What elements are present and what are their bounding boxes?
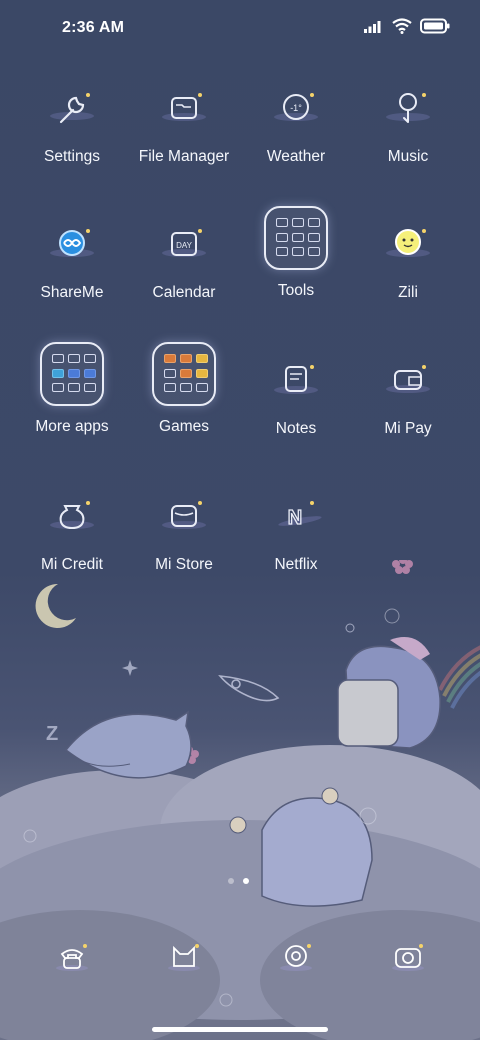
folder-more-apps-icon [40,342,104,406]
app-label: Calendar [152,284,216,301]
app-weather[interactable]: -1° Weather [240,80,352,166]
app-file-manager[interactable]: File Manager [128,80,240,166]
page-indicator [228,878,249,884]
status-time: 2:36 AM [62,19,125,36]
app-label: File Manager [138,148,230,165]
dock-phone[interactable] [16,938,128,983]
app-zili[interactable]: Zili [352,216,464,302]
folder-icon [155,80,213,138]
rainbow-icon [438,645,480,709]
app-shareme[interactable]: ShareMe [16,216,128,302]
signal-icon [364,21,381,33]
app-label: Notes [275,420,317,437]
app-label: Tools [277,282,315,299]
clouds [0,745,480,1040]
folder-games-icon [152,342,216,406]
moon-icon [35,583,76,628]
music-icon [379,80,437,138]
dock-messages[interactable] [128,938,240,983]
folder-tools-icon [264,206,328,270]
netflix-icon: N [267,488,325,546]
app-label: Mi Pay [384,420,432,437]
wifi-icon [392,18,412,34]
app-label: ShareMe [40,284,104,301]
home-indicator[interactable] [152,1027,328,1032]
page-dot-active[interactable] [243,878,249,884]
app-label: More apps [35,418,109,435]
page-dot[interactable] [228,878,234,884]
dock-browser[interactable] [240,938,352,983]
messages-icon [168,944,200,971]
weather-icon: -1° [267,80,325,138]
app-tools-folder[interactable]: Tools [240,206,352,300]
camera-icon [392,944,424,971]
shark-character-pillow [337,637,441,749]
zili-icon [379,216,437,274]
dock [16,938,464,978]
svg-text:DAY: DAY [176,241,193,250]
status-icons [364,18,450,34]
shareme-icon [43,216,101,274]
battery-icon [420,18,450,34]
svg-text:-1°: -1° [290,103,302,113]
wallet-icon [379,352,437,410]
app-label: Music [387,148,429,165]
wrench-icon [43,80,101,138]
app-mi-pay[interactable]: Mi Pay [352,352,464,438]
app-label: Games [159,418,209,435]
browser-icon [280,944,312,971]
app-games-folder[interactable]: Games [128,342,240,436]
app-notes[interactable]: Notes [240,352,352,438]
rocket-icon [218,675,280,702]
credit-icon [43,488,101,546]
shark-character-left [64,710,192,779]
calendar-icon: DAY [155,216,213,274]
store-icon [155,488,213,546]
app-label: Weather [266,148,326,165]
phone-icon [56,944,88,971]
notes-icon [267,352,325,410]
app-more-apps-folder[interactable]: More apps [16,342,128,436]
dock-camera[interactable] [352,938,464,983]
app-settings[interactable]: Settings [16,80,128,166]
app-music[interactable]: Music [352,80,464,166]
app-label: Settings [43,148,100,165]
app-calendar[interactable]: DAY Calendar [128,216,240,302]
svg-text:N: N [288,507,302,529]
app-label: Zili [398,284,418,301]
status-bar: 2:36 AM [0,0,480,56]
sleep-z-text: Z [46,723,58,745]
